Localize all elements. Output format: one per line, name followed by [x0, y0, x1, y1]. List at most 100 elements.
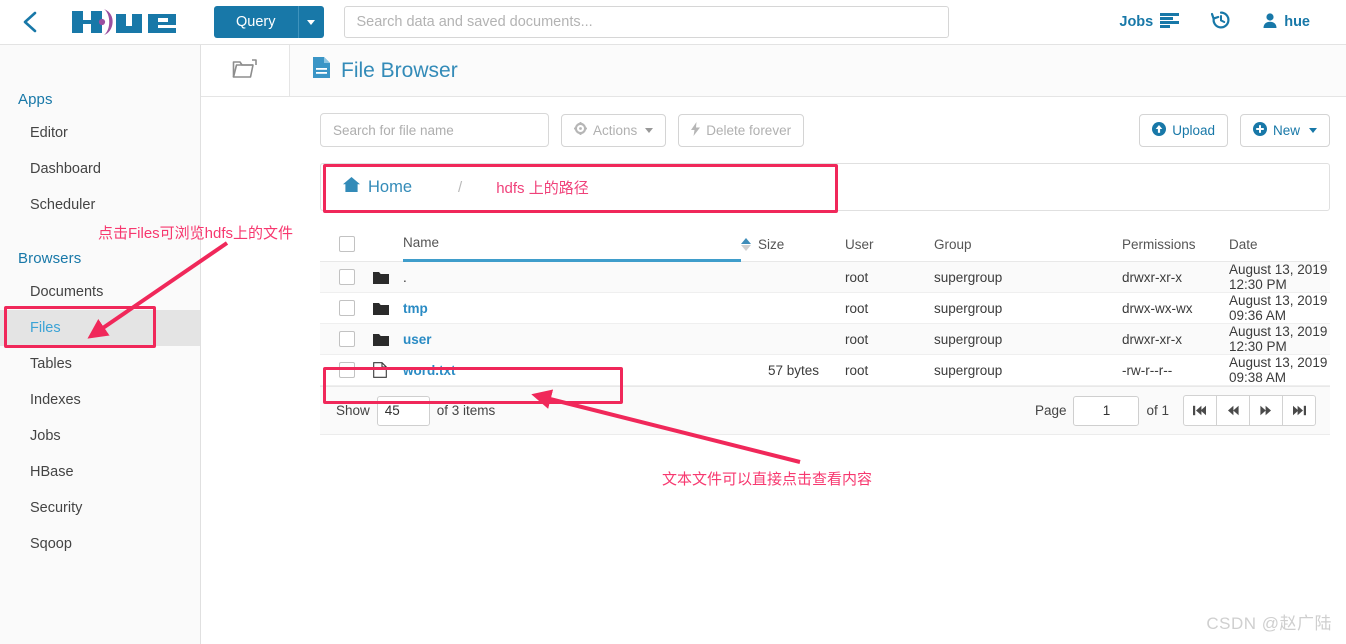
breadcrumb[interactable]: Home / hdfs 上的路径	[320, 163, 1330, 211]
prev-page-button[interactable]	[1216, 395, 1250, 426]
first-page-button[interactable]	[1183, 395, 1217, 426]
sidebar-group-browsers[interactable]: Browsers	[0, 243, 200, 274]
new-button[interactable]: New	[1239, 113, 1330, 147]
chevron-left-icon	[18, 9, 44, 35]
breadcrumb-home[interactable]: Home	[343, 177, 412, 197]
new-label: New	[1272, 122, 1300, 138]
hue-file-browser-page: Query Jobs	[0, 0, 1346, 644]
row-permissions: drwxr-xr-x	[1122, 331, 1182, 347]
row-group: supergroup	[934, 362, 1003, 378]
sidebar-item-dashboard[interactable]: Dashboard	[0, 151, 200, 187]
column-header-permissions[interactable]: Permissions	[1122, 237, 1229, 252]
last-page-button[interactable]	[1282, 395, 1316, 426]
delete-forever-button[interactable]: Delete forever	[678, 113, 805, 147]
file-search-input[interactable]	[320, 113, 549, 147]
breadcrumb-wrapper: Home / hdfs 上的路径	[320, 163, 1330, 211]
top-navigation-bar: Query Jobs	[0, 0, 1346, 45]
chevron-down-icon	[307, 19, 315, 25]
sidebar-item-security[interactable]: Security	[0, 490, 200, 526]
user-menu[interactable]: hue	[1247, 0, 1326, 45]
sidebar-item-indexes[interactable]: Indexes	[0, 382, 200, 418]
sidebar-item-tables[interactable]: Tables	[0, 346, 200, 382]
column-header-user[interactable]: User	[829, 237, 934, 252]
row-checkbox[interactable]	[339, 269, 355, 285]
file-table: Name Size User Group Permissions Date . …	[320, 227, 1330, 387]
sidebar-item-files[interactable]: Files	[0, 310, 200, 346]
table-row[interactable]: word.txt 57 bytes root supergroup -rw-r-…	[320, 355, 1330, 386]
table-row[interactable]: user root supergroup drwxr-xr-x August 1…	[320, 324, 1330, 355]
items-count-label: of 3 items	[436, 403, 496, 418]
column-header-name[interactable]: Name	[403, 227, 741, 262]
sidebar-item-scheduler[interactable]: Scheduler	[0, 187, 200, 223]
file-toolbar: Actions Delete forever Up	[201, 97, 1346, 163]
page-size-select[interactable]: 45	[376, 395, 430, 426]
upload-circle-icon	[1152, 121, 1167, 139]
history-button[interactable]	[1195, 0, 1247, 45]
column-header-size[interactable]: Size	[741, 237, 829, 252]
assist-panel-toggle[interactable]	[201, 45, 290, 96]
row-select-cell[interactable]	[320, 362, 367, 378]
query-dropdown-toggle[interactable]	[297, 6, 324, 38]
row-permissions: drwx-wx-wx	[1122, 300, 1193, 316]
row-name-link[interactable]: .	[403, 270, 407, 285]
row-select-cell[interactable]	[320, 300, 367, 316]
query-button-group[interactable]: Query	[214, 6, 324, 38]
bolt-icon	[691, 121, 701, 139]
history-icon	[1211, 10, 1231, 34]
sort-ascending-icon[interactable]	[741, 237, 751, 251]
sidebar-item-editor[interactable]: Editor	[0, 115, 200, 151]
file-icon	[367, 362, 403, 378]
back-button[interactable]	[0, 0, 62, 45]
user-icon	[1263, 12, 1277, 32]
total-pages-label: of 1	[1146, 403, 1169, 418]
row-permissions: drwxr-xr-x	[1122, 269, 1182, 285]
row-date: August 13, 2019 12:30 PM	[1229, 324, 1328, 354]
actions-button[interactable]: Actions	[561, 113, 667, 147]
sidebar-item-jobs[interactable]: Jobs	[0, 418, 200, 454]
row-checkbox[interactable]	[339, 331, 355, 347]
page-number-input[interactable]	[1073, 395, 1140, 426]
show-label: Show	[336, 403, 370, 418]
plus-circle-icon	[1252, 121, 1267, 139]
jobs-link[interactable]: Jobs	[1103, 0, 1195, 45]
query-button[interactable]: Query	[214, 6, 298, 38]
row-group: supergroup	[934, 269, 1003, 285]
column-header-permissions-label: Permissions	[1122, 236, 1196, 252]
hue-logo[interactable]	[68, 5, 186, 39]
row-checkbox[interactable]	[339, 362, 355, 378]
row-checkbox[interactable]	[339, 300, 355, 316]
last-page-icon	[1293, 405, 1306, 416]
row-user: root	[845, 331, 869, 347]
sidebar-group-apps[interactable]: Apps	[0, 84, 200, 115]
app-header: File Browser	[201, 45, 1346, 97]
column-header-group[interactable]: Group	[934, 237, 1122, 252]
next-page-button[interactable]	[1249, 395, 1283, 426]
table-footer: Show 45 of 3 items Page of 1	[320, 387, 1330, 435]
select-all-checkbox[interactable]	[339, 236, 355, 252]
row-select-cell[interactable]	[320, 331, 367, 347]
column-header-user-label: User	[845, 236, 874, 252]
row-date: August 13, 2019 09:38 AM	[1229, 355, 1328, 385]
user-label: hue	[1284, 14, 1310, 30]
folder-icon	[367, 333, 403, 346]
table-row[interactable]: tmp root supergroup drwx-wx-wx August 13…	[320, 293, 1330, 324]
global-search-input[interactable]	[343, 6, 949, 38]
row-user: root	[845, 362, 869, 378]
select-all-cell[interactable]	[320, 236, 367, 252]
column-header-name-label: Name	[403, 235, 440, 250]
row-name-link[interactable]: tmp	[403, 301, 428, 316]
home-icon	[343, 177, 360, 197]
sidebar-item-sqoop[interactable]: Sqoop	[0, 526, 200, 562]
row-name-link[interactable]: word.txt	[403, 363, 456, 378]
upload-button[interactable]: Upload	[1139, 113, 1228, 147]
row-group: supergroup	[934, 331, 1003, 347]
table-row[interactable]: . root supergroup drwxr-xr-x August 13, …	[320, 262, 1330, 293]
next-page-icon	[1260, 405, 1271, 416]
column-header-size-label: Size	[758, 236, 785, 252]
folder-icon	[367, 302, 403, 315]
column-header-date[interactable]: Date	[1229, 237, 1330, 252]
sidebar-item-hbase[interactable]: HBase	[0, 454, 200, 490]
row-select-cell[interactable]	[320, 269, 367, 285]
sidebar-item-documents[interactable]: Documents	[0, 274, 200, 310]
row-name-link[interactable]: user	[403, 332, 432, 347]
